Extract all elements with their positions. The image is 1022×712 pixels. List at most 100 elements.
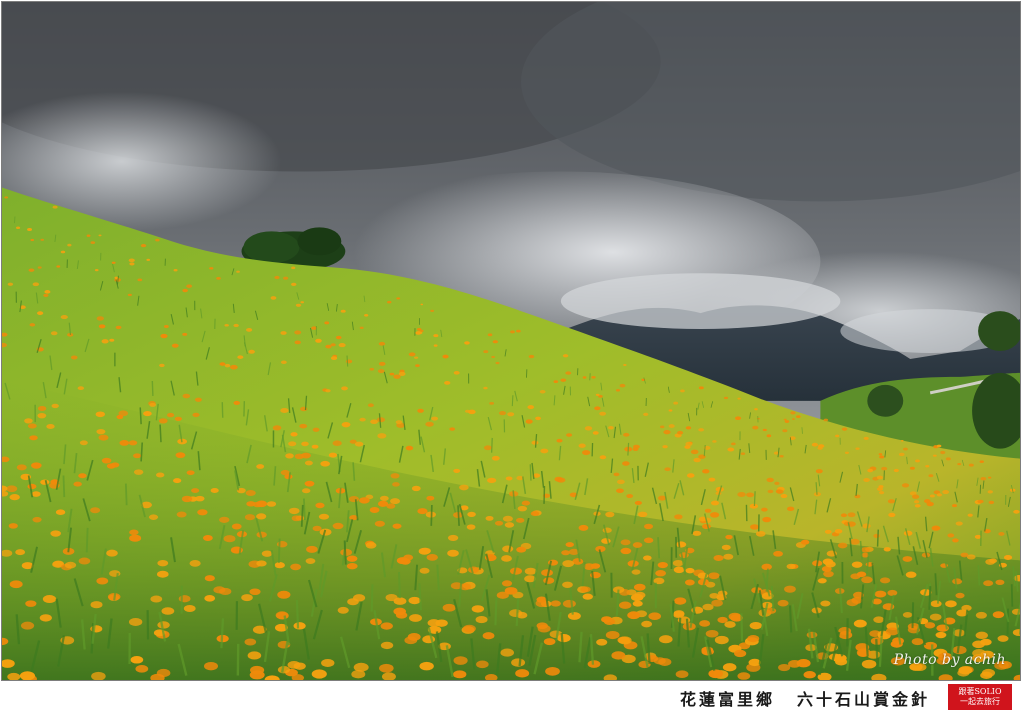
daylily-flower — [737, 672, 751, 680]
daylily-flower — [295, 303, 302, 307]
daylily-flower — [358, 497, 370, 504]
daylily-flower — [527, 405, 535, 410]
daylily-flower — [902, 556, 913, 562]
daylily-flower — [698, 428, 705, 432]
daylily-flower — [887, 589, 898, 596]
daylily-flower — [426, 495, 435, 501]
daylily-flower — [516, 329, 521, 333]
daylily-flower — [835, 658, 848, 666]
daylily-flower — [245, 489, 256, 496]
daylily-flower — [449, 427, 456, 431]
daylily-flower — [623, 364, 627, 367]
daylily-flower — [244, 638, 257, 646]
daylily-flower — [782, 429, 788, 433]
daylily-flower — [620, 547, 632, 555]
daylily-flower — [735, 416, 742, 420]
daylily-flower — [562, 354, 569, 358]
daylily-flower — [129, 262, 135, 266]
daylily-flower — [90, 241, 96, 244]
daylily-flower — [779, 454, 784, 458]
daylily-flower — [562, 599, 576, 608]
grass-blade — [430, 504, 433, 526]
daylily-flower — [433, 334, 439, 338]
daylily-flower — [301, 441, 309, 447]
daylily-flower — [288, 507, 300, 515]
daylily-flower — [408, 352, 416, 357]
grass-blade — [159, 424, 162, 443]
daylily-flower — [174, 416, 182, 421]
daylily-flower — [705, 629, 719, 638]
grass-blade — [740, 613, 744, 642]
daylily-flower — [565, 371, 572, 375]
daylily-flower — [494, 520, 504, 526]
daylily-flower — [189, 559, 201, 567]
daylily-flower — [453, 371, 460, 375]
daylily-flower — [928, 474, 934, 478]
daylily-flower — [710, 500, 720, 506]
daylily-flower — [380, 622, 393, 630]
daylily-flower — [945, 600, 957, 608]
daylily-flower — [524, 567, 537, 575]
daylily-flower — [294, 340, 301, 345]
daylily-flower — [955, 521, 963, 526]
daylily-flower — [15, 226, 21, 230]
daylily-flower — [266, 501, 277, 507]
daylily-flower — [311, 444, 319, 449]
caption-location: 花蓮富里鄉 — [679, 690, 775, 709]
grass-blade — [627, 442, 630, 456]
daylily-flower — [847, 512, 856, 518]
daylily-flower — [856, 571, 867, 578]
daylily-flower — [515, 669, 530, 678]
daylily-flower — [724, 621, 736, 628]
daylily-flower — [673, 401, 679, 405]
daylily-flower — [867, 468, 874, 473]
grass-blade — [295, 599, 300, 629]
daylily-flower — [161, 607, 175, 615]
daylily-flower — [299, 423, 308, 429]
daylily-flower — [731, 442, 736, 446]
daylily-flower — [143, 410, 152, 417]
daylily-flower — [888, 512, 896, 518]
daylily-flower — [475, 615, 488, 624]
daylily-flower — [605, 511, 615, 518]
grass-blade — [928, 586, 932, 610]
daylily-flower — [502, 515, 513, 522]
daylily-flower — [590, 563, 601, 569]
daylily-flower — [560, 378, 567, 382]
daylily-flower — [988, 500, 995, 505]
caption-title: 六十石山賞金針 — [796, 690, 930, 709]
daylily-flower — [129, 534, 142, 542]
daylily-flower — [224, 363, 231, 368]
daylily-flower — [256, 464, 265, 469]
daylily-flower — [632, 600, 643, 607]
daylily-flower — [244, 514, 256, 521]
daylily-flower — [672, 611, 685, 618]
daylily-flower — [714, 635, 729, 645]
daylily-flower — [824, 529, 832, 534]
daylily-flower — [603, 618, 616, 625]
daylily-flower — [338, 342, 346, 348]
daylily-flower — [747, 635, 760, 643]
daylily-flower — [409, 614, 422, 622]
daylily-flower — [873, 616, 885, 623]
daylily-flower — [392, 482, 400, 487]
daylily-flower — [374, 520, 385, 527]
daylily-flower — [940, 450, 946, 455]
daylily-flower — [708, 572, 720, 580]
daylily-flower — [392, 523, 402, 529]
daylily-flower — [293, 622, 306, 630]
daylily-flower — [528, 354, 535, 359]
daylily-flower — [766, 477, 774, 483]
daylily-flower — [39, 614, 52, 622]
daylily-flower — [405, 445, 414, 451]
daylily-flower — [981, 668, 996, 677]
daylily-flower — [229, 364, 238, 370]
daylily-flower — [52, 205, 58, 209]
daylily-flower — [166, 412, 175, 418]
daylily-flower — [231, 523, 242, 530]
daylily-flower — [315, 502, 325, 509]
daylily-flower — [485, 515, 494, 521]
daylily-flower — [711, 599, 723, 607]
daylily-flower — [467, 511, 476, 517]
grass-blade — [934, 573, 938, 596]
